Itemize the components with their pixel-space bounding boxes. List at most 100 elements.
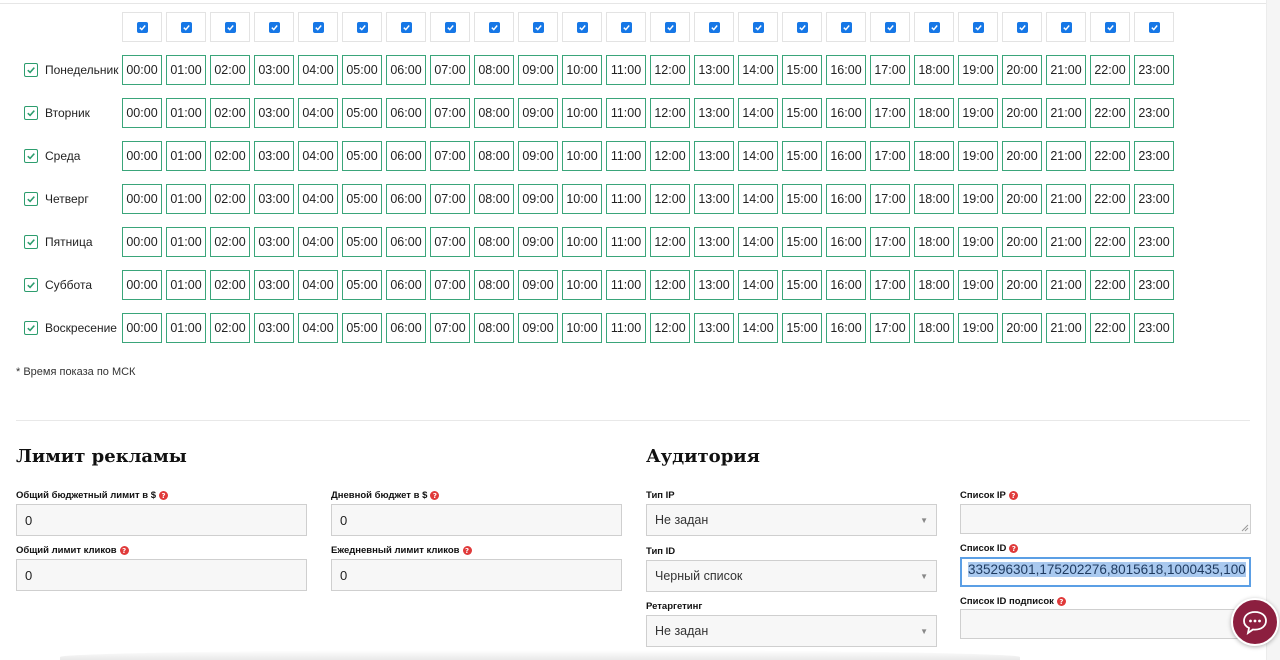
- hour-slot[interactable]: 23:00: [1134, 98, 1174, 128]
- hour-column-checkbox[interactable]: [268, 21, 280, 33]
- hour-slot[interactable]: 19:00: [958, 227, 998, 257]
- hour-slot[interactable]: 05:00: [342, 141, 382, 171]
- hour-slot[interactable]: 15:00: [782, 184, 822, 214]
- hour-slot[interactable]: 19:00: [958, 184, 998, 214]
- hour-slot[interactable]: 10:00: [562, 227, 602, 257]
- hour-slot[interactable]: 14:00: [738, 270, 778, 300]
- hour-slot[interactable]: 22:00: [1090, 98, 1130, 128]
- resize-grip-icon[interactable]: [1241, 524, 1249, 532]
- day-label[interactable]: Пятница: [16, 227, 122, 257]
- hour-slot[interactable]: 12:00: [650, 227, 690, 257]
- hour-slot[interactable]: 06:00: [386, 227, 426, 257]
- hour-column-checkbox[interactable]: [1016, 21, 1028, 33]
- hour-slot[interactable]: 08:00: [474, 270, 514, 300]
- hour-slot[interactable]: 10:00: [562, 141, 602, 171]
- hour-slot[interactable]: 23:00: [1134, 184, 1174, 214]
- hour-slot[interactable]: 00:00: [122, 227, 162, 257]
- day-label[interactable]: Среда: [16, 141, 122, 171]
- hour-slot[interactable]: 21:00: [1046, 55, 1086, 85]
- hour-slot[interactable]: 18:00: [914, 141, 954, 171]
- day-checkbox[interactable]: [24, 149, 38, 163]
- hour-column-checkbox[interactable]: [972, 21, 984, 33]
- hour-slot[interactable]: 06:00: [386, 270, 426, 300]
- day-checkbox[interactable]: [24, 278, 38, 292]
- id-type-select[interactable]: Черный список ▼: [646, 560, 937, 592]
- hour-slot[interactable]: 04:00: [298, 55, 338, 85]
- hour-slot[interactable]: 05:00: [342, 227, 382, 257]
- hour-slot[interactable]: 08:00: [474, 227, 514, 257]
- hour-slot[interactable]: 10:00: [562, 270, 602, 300]
- hour-slot[interactable]: 20:00: [1002, 227, 1042, 257]
- hour-slot[interactable]: 09:00: [518, 313, 558, 343]
- hour-slot[interactable]: 14:00: [738, 55, 778, 85]
- hour-slot[interactable]: 16:00: [826, 227, 866, 257]
- hour-slot[interactable]: 13:00: [694, 270, 734, 300]
- hour-slot[interactable]: 08:00: [474, 98, 514, 128]
- hour-slot[interactable]: 22:00: [1090, 184, 1130, 214]
- hour-slot[interactable]: 11:00: [606, 98, 646, 128]
- hour-slot[interactable]: 13:00: [694, 141, 734, 171]
- hour-slot[interactable]: 13:00: [694, 55, 734, 85]
- hour-slot[interactable]: 07:00: [430, 55, 470, 85]
- hour-slot[interactable]: 17:00: [870, 227, 910, 257]
- hour-slot[interactable]: 10:00: [562, 313, 602, 343]
- hour-column-checkbox-cell[interactable]: [1046, 12, 1086, 42]
- question-circle-icon[interactable]: ?: [1008, 491, 1018, 500]
- hour-slot[interactable]: 19:00: [958, 313, 998, 343]
- hour-column-checkbox-cell[interactable]: [958, 12, 998, 42]
- hour-slot[interactable]: 23:00: [1134, 55, 1174, 85]
- hour-slot[interactable]: 00:00: [122, 184, 162, 214]
- hour-slot[interactable]: 02:00: [210, 313, 250, 343]
- hour-slot[interactable]: 01:00: [166, 141, 206, 171]
- hour-slot[interactable]: 10:00: [562, 184, 602, 214]
- hour-slot[interactable]: 05:00: [342, 55, 382, 85]
- hour-column-checkbox-cell[interactable]: [122, 12, 162, 42]
- hour-column-checkbox-cell[interactable]: [1002, 12, 1042, 42]
- day-checkbox[interactable]: [24, 63, 38, 77]
- ip-list-textarea[interactable]: [960, 504, 1251, 534]
- hour-slot[interactable]: 18:00: [914, 270, 954, 300]
- hour-slot[interactable]: 06:00: [386, 313, 426, 343]
- hour-slot[interactable]: 20:00: [1002, 270, 1042, 300]
- hour-slot[interactable]: 21:00: [1046, 141, 1086, 171]
- hour-slot[interactable]: 15:00: [782, 313, 822, 343]
- hour-slot[interactable]: 21:00: [1046, 184, 1086, 214]
- hour-slot[interactable]: 04:00: [298, 98, 338, 128]
- hour-slot[interactable]: 12:00: [650, 313, 690, 343]
- hour-slot[interactable]: 21:00: [1046, 270, 1086, 300]
- hour-slot[interactable]: 11:00: [606, 141, 646, 171]
- hour-slot[interactable]: 13:00: [694, 98, 734, 128]
- hour-column-checkbox-cell[interactable]: [1090, 12, 1130, 42]
- hour-column-checkbox-cell[interactable]: [1134, 12, 1174, 42]
- hour-slot[interactable]: 16:00: [826, 313, 866, 343]
- hour-slot[interactable]: 10:00: [562, 98, 602, 128]
- hour-column-checkbox-cell[interactable]: [650, 12, 690, 42]
- question-circle-icon[interactable]: ?: [159, 491, 169, 500]
- subscriptions-list-textarea[interactable]: [960, 609, 1251, 639]
- hour-slot[interactable]: 05:00: [342, 270, 382, 300]
- hour-slot[interactable]: 02:00: [210, 227, 250, 257]
- hour-slot[interactable]: 22:00: [1090, 227, 1130, 257]
- hour-slot[interactable]: 19:00: [958, 270, 998, 300]
- hour-slot[interactable]: 22:00: [1090, 141, 1130, 171]
- hour-slot[interactable]: 03:00: [254, 55, 294, 85]
- hour-slot[interactable]: 14:00: [738, 184, 778, 214]
- hour-slot[interactable]: 18:00: [914, 55, 954, 85]
- hour-slot[interactable]: 16:00: [826, 270, 866, 300]
- hour-slot[interactable]: 17:00: [870, 98, 910, 128]
- hour-slot[interactable]: 09:00: [518, 270, 558, 300]
- hour-slot[interactable]: 08:00: [474, 141, 514, 171]
- hour-column-checkbox-cell[interactable]: [298, 12, 338, 42]
- hour-slot[interactable]: 21:00: [1046, 98, 1086, 128]
- hour-column-checkbox[interactable]: [708, 21, 720, 33]
- hour-slot[interactable]: 03:00: [254, 227, 294, 257]
- day-label[interactable]: Вторник: [16, 98, 122, 128]
- hour-column-checkbox[interactable]: [884, 21, 896, 33]
- hour-column-checkbox[interactable]: [444, 21, 456, 33]
- day-label[interactable]: Понедельник: [16, 55, 122, 85]
- hour-column-checkbox-cell[interactable]: [606, 12, 646, 42]
- hour-slot[interactable]: 02:00: [210, 270, 250, 300]
- hour-column-checkbox[interactable]: [488, 21, 500, 33]
- hour-column-checkbox-cell[interactable]: [914, 12, 954, 42]
- hour-column-checkbox[interactable]: [356, 21, 368, 33]
